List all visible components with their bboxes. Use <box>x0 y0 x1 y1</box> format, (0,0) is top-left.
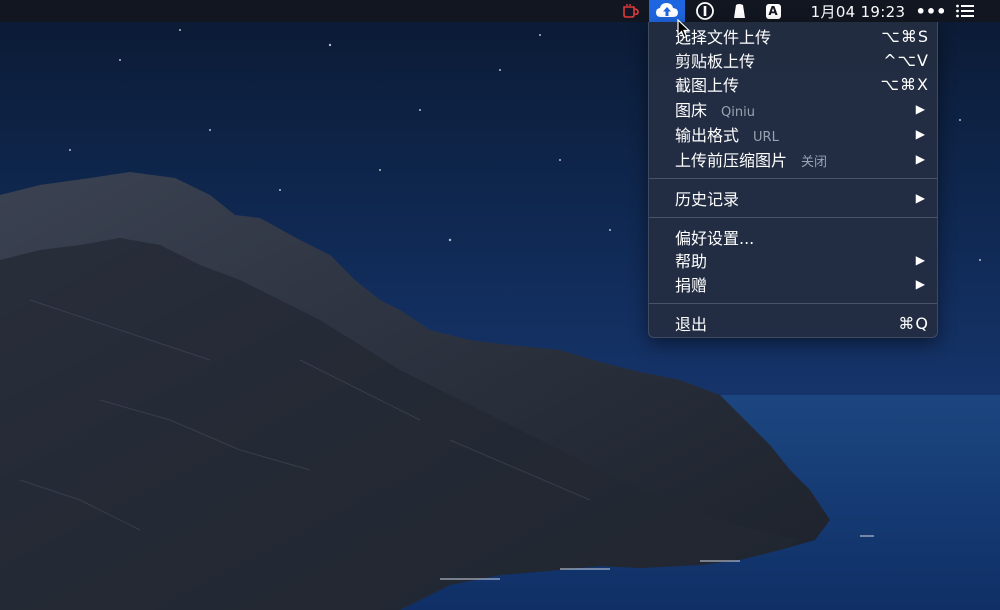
input-source-icon[interactable]: A <box>760 0 786 22</box>
menu-item-help[interactable]: 帮助 ▶ <box>649 248 939 272</box>
menu-item-quit[interactable]: 退出 ⌘Q <box>649 311 939 335</box>
desktop: A 1月04 19:23 ••• 选择文件上传 ⌥⌘S 剪贴板上传 ^⌥V 截图… <box>0 0 1000 610</box>
menu-separator <box>649 217 937 218</box>
menu-item-preferences[interactable]: 偏好设置... <box>649 225 939 249</box>
menu-item-label: 图床 Qiniu <box>675 97 755 121</box>
onepassword-icon[interactable] <box>692 0 718 22</box>
menu-item-label: 退出 <box>675 315 708 334</box>
submenu-arrow-icon: ▶ <box>915 277 925 291</box>
more-icon[interactable]: ••• <box>916 0 947 22</box>
menu-item-label: 输出格式 URL <box>675 122 779 146</box>
notification-list-icon[interactable] <box>950 0 980 22</box>
menu-separator <box>649 178 937 179</box>
menubar-clock[interactable]: 1月04 19:23 <box>800 0 916 22</box>
menu-item-image-host[interactable]: 图床 Qiniu ▶ <box>649 97 939 121</box>
menu-item-clipboard-upload[interactable]: 剪贴板上传 ^⌥V <box>649 48 939 72</box>
submenu-arrow-icon: ▶ <box>915 253 925 267</box>
notification-list-icon-svg <box>956 4 974 18</box>
menu-item-label: 捐赠 <box>675 276 708 295</box>
input-source-indicator: A <box>765 3 781 19</box>
mouse-cursor-icon <box>677 19 691 39</box>
menu-bar: A 1月04 19:23 ••• <box>0 0 1000 22</box>
menu-item-label: 偏好设置... <box>675 229 755 248</box>
menu-item-select-file-upload[interactable]: 选择文件上传 ⌥⌘S <box>649 24 939 48</box>
menu-item-compress-before-upload[interactable]: 上传前压缩图片 关闭 ▶ <box>649 147 939 171</box>
menu-item-label: 上传前压缩图片 关闭 <box>675 147 827 171</box>
cloud-upload-icon-svg <box>656 3 678 17</box>
submenu-arrow-icon: ▶ <box>915 152 925 166</box>
menu-item-current-value: URL <box>753 130 779 145</box>
menu-item-donate[interactable]: 捐赠 ▶ <box>649 272 939 296</box>
menu-item-history[interactable]: 历史记录 ▶ <box>649 186 939 210</box>
coffee-cup-icon-svg <box>623 4 639 18</box>
menu-item-label: 截图上传 <box>675 76 740 95</box>
menu-item-shortcut: ⌥⌘X <box>880 74 929 94</box>
upload-app-menu: 选择文件上传 ⌥⌘S 剪贴板上传 ^⌥V 截图上传 ⌥⌘X 图床 Qiniu ▶ … <box>648 22 938 338</box>
menu-item-label-text: 输出格式 <box>675 126 740 145</box>
menu-item-label: 剪贴板上传 <box>675 52 756 71</box>
menu-item-shortcut: ⌥⌘S <box>881 26 929 46</box>
menu-item-current-value: 关闭 <box>801 155 828 170</box>
coffee-cup-icon[interactable] <box>618 0 644 22</box>
onepassword-icon-svg <box>696 2 714 20</box>
submenu-arrow-icon: ▶ <box>915 102 925 116</box>
submenu-arrow-icon: ▶ <box>915 191 925 205</box>
menu-separator <box>649 303 937 304</box>
submenu-arrow-icon: ▶ <box>915 127 925 141</box>
flag-icon-svg <box>734 4 745 18</box>
menu-item-shortcut: ^⌥V <box>883 50 929 70</box>
menu-item-output-format[interactable]: 输出格式 URL ▶ <box>649 122 939 146</box>
menu-item-label-text: 图床 <box>675 101 708 120</box>
menu-item-shortcut: ⌘Q <box>898 313 929 333</box>
menu-item-label: 帮助 <box>675 252 708 271</box>
menu-item-screenshot-upload[interactable]: 截图上传 ⌥⌘X <box>649 72 939 96</box>
menu-item-current-value: Qiniu <box>721 105 755 120</box>
menu-item-label: 历史记录 <box>675 190 740 209</box>
menu-item-label-text: 上传前压缩图片 <box>675 151 788 170</box>
flag-icon[interactable] <box>726 0 752 22</box>
